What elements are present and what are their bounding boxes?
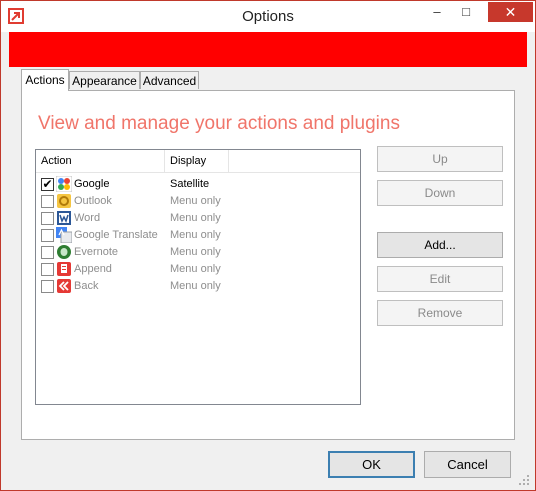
- list-header: Action Display: [36, 150, 360, 173]
- checkbox[interactable]: [41, 263, 54, 276]
- list-item[interactable]: Outlook Menu only: [36, 193, 360, 210]
- list-item[interactable]: ✔ Google Satellite: [36, 175, 360, 193]
- close-button[interactable]: ✕: [488, 2, 533, 22]
- resize-grip-icon[interactable]: [517, 473, 531, 487]
- action-name: Google Translate: [74, 229, 158, 241]
- list-item[interactable]: Evernote Menu only: [36, 244, 360, 261]
- action-display: Menu only: [170, 229, 221, 241]
- action-name: Word: [74, 212, 101, 224]
- action-name: Back: [74, 280, 99, 292]
- checkbox[interactable]: [41, 195, 54, 208]
- list-item[interactable]: Google Translate Menu only: [36, 227, 360, 244]
- action-display: Menu only: [170, 263, 221, 275]
- edit-button[interactable]: Edit: [377, 266, 503, 292]
- actions-tab-panel: View and manage your actions and plugins…: [21, 90, 515, 440]
- remove-button[interactable]: Remove: [377, 300, 503, 326]
- app-icon[interactable]: [8, 8, 24, 24]
- options-window: Options – □ ✕ Actions Appearance Advance…: [0, 0, 536, 491]
- header-banner: [9, 32, 527, 67]
- tab-advanced[interactable]: Advanced: [140, 71, 199, 89]
- action-display: Menu only: [170, 246, 221, 258]
- list-item[interactable]: Append Menu only: [36, 261, 360, 278]
- evernote-icon: [56, 244, 72, 260]
- down-button[interactable]: Down: [377, 180, 503, 206]
- action-name: Evernote: [74, 246, 119, 258]
- action-display: Menu only: [170, 280, 221, 292]
- up-button[interactable]: Up: [377, 146, 503, 172]
- checkbox[interactable]: [41, 280, 54, 293]
- checkbox[interactable]: [41, 229, 54, 242]
- list-item[interactable]: Word Menu only: [36, 210, 360, 227]
- add-button[interactable]: Add...: [377, 232, 503, 258]
- cancel-button[interactable]: Cancel: [424, 451, 511, 478]
- panel-heading: View and manage your actions and plugins: [38, 113, 400, 134]
- minimize-button[interactable]: –: [424, 2, 450, 22]
- action-name: Append: [74, 263, 112, 275]
- word-icon: [56, 210, 72, 226]
- google-translate-icon: [56, 227, 73, 244]
- action-display: Menu only: [170, 212, 221, 224]
- checkbox[interactable]: [41, 246, 54, 259]
- checkbox[interactable]: ✔: [41, 178, 54, 191]
- tab-actions[interactable]: Actions: [21, 69, 69, 91]
- title-bar[interactable]: Options – □ ✕: [1, 1, 535, 32]
- column-header-display[interactable]: Display: [165, 150, 229, 172]
- append-icon: [56, 261, 72, 277]
- back-icon: [56, 278, 72, 294]
- column-header-action[interactable]: Action: [36, 150, 165, 172]
- list-item[interactable]: Back Menu only: [36, 278, 360, 295]
- action-display: Menu only: [170, 195, 221, 207]
- google-icon: [55, 175, 73, 193]
- tab-appearance[interactable]: Appearance: [69, 71, 140, 89]
- checkbox[interactable]: [41, 212, 54, 225]
- outlook-icon: [56, 193, 72, 209]
- action-name: Outlook: [74, 195, 112, 207]
- action-display: Satellite: [170, 178, 210, 190]
- ok-button[interactable]: OK: [328, 451, 415, 478]
- action-name: Google: [74, 178, 110, 190]
- maximize-button[interactable]: □: [453, 2, 479, 22]
- actions-list[interactable]: Action Display ✔ Google Satellite Outloo…: [35, 149, 361, 405]
